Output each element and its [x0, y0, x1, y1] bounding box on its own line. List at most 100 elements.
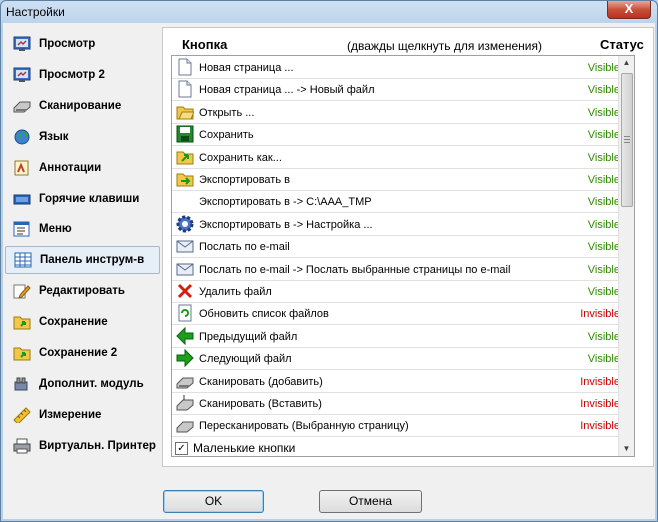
list-item[interactable]: Новая страница ... -> Новый файл Visible — [172, 78, 634, 102]
list-item[interactable]: Послать по e-mail Visible — [172, 235, 634, 259]
title-bar[interactable]: Настройки X — [1, 1, 657, 23]
column-header-button: Кнопка — [182, 37, 228, 52]
sidebar-item[interactable]: Виртуальн. Принтер — [5, 432, 160, 460]
sidebar-item-label: Измерение — [39, 408, 102, 421]
category-sidebar: Просмотр Просмотр 2 Сканирование Язык Аннота… — [3, 28, 161, 464]
status-label: Invisible — [580, 420, 620, 433]
scanner-icon — [13, 98, 31, 114]
arrow-right-icon — [176, 349, 194, 368]
list-item[interactable]: Экспортировать в Visible — [172, 168, 634, 191]
button-name: Новая страница ... -> Новый файл — [199, 84, 375, 97]
sidebar-item[interactable]: Измерение — [5, 401, 160, 429]
column-header-status: Статус — [600, 37, 644, 52]
list-item[interactable]: Удалить файл Visible — [172, 280, 634, 303]
sidebar-item-label: Сканирование — [39, 99, 122, 112]
sidebar-item[interactable]: Сохранение 2 — [5, 339, 160, 367]
scroll-up-icon[interactable]: ▲ — [619, 56, 634, 70]
list-item[interactable]: Экспортировать в -> C:\AAA_TMP Visible — [172, 190, 634, 214]
sidebar-item-label: Сохранение 2 — [39, 347, 118, 359]
list-item[interactable]: Следующий файл Visible — [172, 347, 634, 371]
email-pages-icon — [176, 260, 194, 278]
sidebar-item-label: Просмотр — [39, 38, 96, 50]
sidebar-item[interactable]: Аннотации — [5, 154, 160, 182]
ok-button[interactable]: OK — [163, 490, 264, 513]
button-name: Сканировать (добавить) — [199, 375, 323, 388]
sidebar-item-label: Меню — [39, 223, 72, 236]
close-icon: X — [624, 1, 634, 16]
list-item[interactable]: Сканировать (добавить) Invisible — [172, 370, 634, 393]
status-label: Visible — [587, 218, 620, 231]
sidebar-item[interactable]: Язык — [5, 123, 160, 151]
list-item[interactable]: Пересканировать (Выбранную страницу) Invi… — [172, 414, 634, 438]
status-label: Visible — [587, 62, 620, 74]
list-item[interactable]: Предыдущий файл Visible — [172, 325, 634, 348]
cancel-button[interactable]: Отмена — [319, 490, 422, 513]
list-item[interactable]: Обновить список файлов Invisible — [172, 302, 634, 326]
list-scrollbar[interactable]: ▲ ▼ — [618, 56, 634, 456]
button-name: Сохранить — [199, 129, 254, 142]
status-label: Visible — [587, 353, 620, 366]
delete-icon — [176, 282, 194, 300]
list-item[interactable]: Сохранить Visible — [172, 123, 634, 147]
list-item[interactable]: Новая страница ... Visible — [172, 56, 634, 79]
status-label: Visible — [587, 106, 620, 119]
sidebar-item-label: Дополнит. модуль — [39, 377, 144, 390]
sidebar-item-label: Виртуальн. Принтер — [39, 439, 156, 452]
button-name: Сканировать (Вставить) — [199, 398, 322, 410]
status-label: Visible — [587, 129, 620, 142]
edit-pencil-icon — [13, 283, 31, 299]
gear-icon — [176, 215, 194, 233]
toolbar-buttons-list[interactable]: Пересканировать (Выбранную страницу) Invi… — [171, 55, 635, 457]
new-page-icon — [176, 58, 194, 76]
status-label: Visible — [587, 286, 620, 298]
button-name: Пересканировать (Выбранную страницу) — [199, 420, 409, 433]
sidebar-item[interactable]: Сохранение — [5, 308, 160, 336]
sidebar-item[interactable]: Просмотр — [5, 30, 160, 58]
sidebar-item-label: Просмотр 2 — [39, 68, 105, 81]
scrollbar-thumb[interactable] — [621, 73, 633, 207]
small-buttons-option[interactable]: ✓ Маленькие кнопки — [175, 441, 295, 455]
list-item[interactable]: Послать по e-mail -> Послать выбранные с… — [172, 258, 634, 281]
sidebar-item[interactable]: Сканирование — [5, 92, 160, 120]
small-buttons-checkbox[interactable]: ✓ — [175, 441, 188, 455]
sidebar-item[interactable]: Просмотр 2 — [5, 61, 160, 89]
email-icon — [176, 237, 194, 255]
button-name: Удалить файл — [199, 286, 272, 298]
sidebar-item[interactable]: Меню — [5, 215, 160, 243]
status-label: Visible — [587, 330, 620, 343]
annotation-icon — [13, 160, 31, 176]
new-file-icon — [176, 80, 194, 98]
button-name: Следующий файл — [199, 353, 292, 366]
blank-icon — [176, 192, 194, 210]
scroll-down-icon[interactable]: ▼ — [619, 442, 634, 456]
arrow-left-icon — [176, 326, 194, 345]
status-label: Visible — [587, 241, 620, 254]
save-folder-icon — [13, 314, 31, 330]
list-item[interactable]: Сканировать (Вставить) Invisible — [172, 392, 634, 415]
sidebar-item-label: Язык — [39, 130, 69, 143]
status-label: Visible — [587, 263, 620, 276]
open-folder-icon — [176, 103, 194, 121]
button-name: Экспортировать в -> C:\AAA_TMP — [199, 196, 372, 209]
button-name: Предыдущий файл — [199, 330, 298, 343]
small-buttons-label: Маленькие кнопки — [193, 441, 296, 455]
window-title: Настройки — [6, 5, 65, 19]
save-as-icon — [176, 148, 194, 166]
sidebar-item-label: Горячие клавиши — [39, 192, 140, 205]
view-monitor-icon — [13, 36, 31, 52]
sidebar-item[interactable]: Редактировать — [5, 277, 160, 305]
sidebar-item[interactable]: Дополнит. модуль — [5, 370, 160, 398]
sidebar-item[interactable]: Панель инструм-в — [5, 246, 160, 275]
scan-add-icon — [176, 372, 194, 390]
settings-window: Настройки X Просмотр Просмотр 2 Сканирован… — [0, 0, 658, 522]
list-item[interactable]: Экспортировать в -> Настройка ... Visible — [172, 213, 634, 236]
button-name: Экспортировать в -> Настройка ... — [199, 218, 373, 231]
sidebar-item[interactable]: Горячие клавиши — [5, 185, 160, 213]
menu-window-icon — [13, 221, 31, 237]
save-disk-icon — [176, 125, 194, 143]
list-item[interactable]: Открыть ... Visible — [172, 101, 634, 124]
list-item[interactable]: Сохранить как... Visible — [172, 146, 634, 169]
refresh-icon — [176, 304, 194, 322]
status-label: Visible — [587, 84, 620, 97]
close-button[interactable]: X — [607, 1, 651, 19]
